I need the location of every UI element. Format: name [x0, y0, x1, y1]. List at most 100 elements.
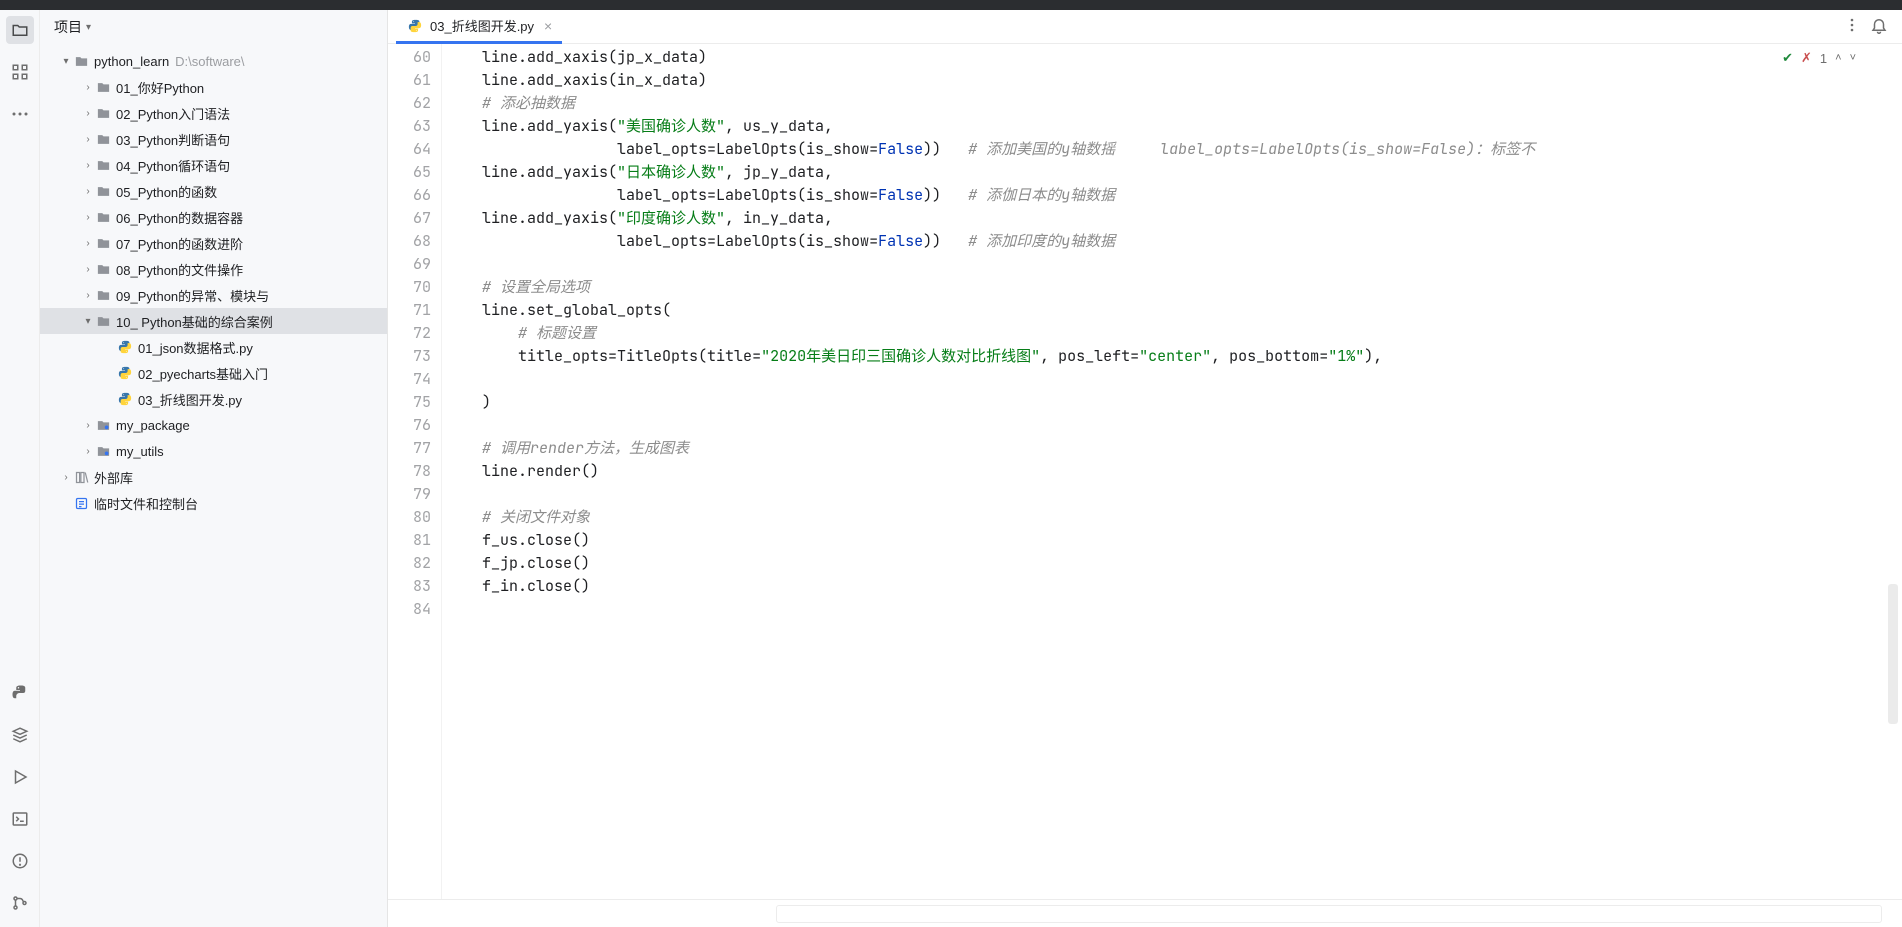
titlebar [0, 0, 1902, 10]
breadcrumb-bar [388, 899, 1902, 927]
tree-arrow-icon[interactable]: › [82, 212, 94, 223]
tree-folder[interactable]: › 01_你好Python [40, 74, 387, 100]
tree-folder[interactable]: › 02_Python入门语法 [40, 100, 387, 126]
code-line[interactable] [446, 368, 1902, 391]
code-line[interactable]: line.add_yaxis("日本确诊人数", jp_y_data, [446, 161, 1902, 184]
tree-node-label: my_utils [116, 444, 164, 459]
tree-node-icon [94, 80, 112, 95]
code-line[interactable] [446, 253, 1902, 276]
code-line[interactable]: line.render() [446, 460, 1902, 483]
project-tool-icon[interactable] [6, 16, 34, 44]
tree-node-label: 01_json数据格式.py [138, 338, 253, 357]
code-line[interactable]: f_jp.close() [446, 552, 1902, 575]
code-line[interactable]: # 设置全局选项 [446, 276, 1902, 299]
tree-arrow-icon[interactable]: ▾ [82, 316, 94, 327]
breadcrumb-input[interactable] [776, 905, 1882, 923]
tree-node-icon [72, 54, 90, 69]
tree-arrow-icon[interactable]: › [60, 472, 72, 483]
project-tree[interactable]: ▾python_learnD:\software\ › 01_你好Python › 02… [40, 44, 387, 927]
tree-arrow-icon[interactable]: › [82, 186, 94, 197]
services-icon[interactable] [6, 763, 34, 791]
tab-options-icon[interactable] [1844, 17, 1860, 36]
code-line[interactable]: ) [446, 391, 1902, 414]
notifications-icon[interactable] [1870, 16, 1888, 37]
structure-tool-icon[interactable] [6, 58, 34, 86]
tree-node-icon [72, 470, 90, 485]
code-line[interactable]: line.add_xaxis(in_x_data) [446, 69, 1902, 92]
tree-folder[interactable]: › 08_Python的文件操作 [40, 256, 387, 282]
tree-folder[interactable]: ▾ 10_ Python基础的综合案例 [40, 308, 387, 334]
code-line[interactable]: label_opts=LabelOpts(is_show=False)) # 添… [446, 184, 1902, 207]
tree-node-label: 02_Python入门语法 [116, 104, 230, 123]
tree-extra[interactable]: › my_utils [40, 438, 387, 464]
tree-arrow-icon[interactable]: › [82, 134, 94, 145]
tree-arrow-icon[interactable]: › [82, 290, 94, 301]
tree-extra[interactable]: 临时文件和控制台 [40, 490, 387, 516]
tree-node-label: 01_你好Python [116, 78, 204, 97]
tree-arrow-icon[interactable]: › [82, 420, 94, 431]
tree-node-label: 02_pyecharts基础入门 [138, 364, 268, 383]
tree-folder[interactable]: ›04_Python循环语句 [40, 152, 387, 178]
code-line[interactable]: # 添必抽数据 [446, 92, 1902, 115]
code-line[interactable]: line.add_yaxis("印度确诊人数", in_y_data, [446, 207, 1902, 230]
code-line[interactable]: line.add_xaxis(jp_x_data) [446, 46, 1902, 69]
tree-node-icon [116, 392, 134, 406]
close-icon[interactable]: × [544, 18, 552, 34]
code-line[interactable]: label_opts=LabelOpts(is_show=False)) # 添… [446, 230, 1902, 253]
tree-root[interactable]: ▾python_learnD:\software\ [40, 48, 387, 74]
code-line[interactable]: # 关闭文件对象 [446, 506, 1902, 529]
tree-arrow-icon[interactable]: › [82, 446, 94, 457]
code-editor[interactable]: 6061626364656667686970717273747576777879… [388, 44, 1902, 899]
code-line[interactable]: # 调用render方法，生成图表 [446, 437, 1902, 460]
vcs-icon[interactable] [6, 889, 34, 917]
more-tool-icon[interactable] [6, 100, 34, 128]
tree-folder[interactable]: ›06_Python的数据容器 [40, 204, 387, 230]
tree-folder[interactable]: ›03_Python判断语句 [40, 126, 387, 152]
project-header[interactable]: 项目 ▾ [40, 10, 387, 44]
code-line[interactable]: line.set_global_opts( [446, 299, 1902, 322]
tree-arrow-icon[interactable]: › [82, 264, 94, 275]
tree-arrow-icon[interactable]: ▾ [60, 56, 72, 67]
tree-node-label: 10_ Python基础的综合案例 [116, 312, 273, 331]
code-line[interactable]: f_us.close() [446, 529, 1902, 552]
code-line[interactable]: line.add_yaxis("美国确诊人数", us_y_data, [446, 115, 1902, 138]
code-line[interactable] [446, 598, 1902, 621]
terminal-icon[interactable] [6, 805, 34, 833]
tree-folder[interactable]: › 09_Python的异常、模块与 [40, 282, 387, 308]
packages-icon[interactable] [6, 721, 34, 749]
tree-file[interactable]: 03_折线图开发.py [40, 386, 387, 412]
tree-node-label: 09_Python的异常、模块与 [116, 286, 269, 305]
tree-node-icon [116, 366, 134, 380]
code-line[interactable]: title_opts=TitleOpts(title="2020年美日印三国确诊… [446, 345, 1902, 368]
code-line[interactable]: f_in.close() [446, 575, 1902, 598]
code-line[interactable] [446, 414, 1902, 437]
problems-icon[interactable] [6, 847, 34, 875]
tree-node-label: 临时文件和控制台 [94, 494, 198, 513]
tree-folder[interactable]: ›05_Python的函数 [40, 178, 387, 204]
tree-node-label: 03_折线图开发.py [138, 390, 242, 409]
code-line[interactable]: # 标题设置 [446, 322, 1902, 345]
tree-extra[interactable]: › my_package [40, 412, 387, 438]
tree-node-label: my_package [116, 418, 190, 433]
left-toolbar [0, 10, 40, 927]
scrollbar-thumb[interactable] [1888, 584, 1898, 724]
tree-arrow-icon[interactable]: › [82, 160, 94, 171]
code-line[interactable]: label_opts=LabelOpts(is_show=False)) # 添… [446, 138, 1902, 161]
tree-arrow-icon[interactable]: › [82, 238, 94, 249]
tree-file[interactable]: 01_json数据格式.py [40, 334, 387, 360]
code-line[interactable] [446, 483, 1902, 506]
code-content[interactable]: line.add_xaxis(jp_x_data) line.add_xaxis… [442, 44, 1902, 899]
python-console-icon[interactable] [6, 679, 34, 707]
tree-folder[interactable]: ›07_Python的函数进阶 [40, 230, 387, 256]
tree-arrow-icon[interactable]: › [82, 108, 94, 119]
tree-arrow-icon[interactable]: › [82, 82, 94, 93]
editor-tab[interactable]: 03_折线图开发.py × [396, 11, 562, 44]
tree-node-icon [94, 184, 112, 199]
tree-file[interactable]: 02_pyecharts基础入门 [40, 360, 387, 386]
tree-extra[interactable]: ›外部库 [40, 464, 387, 490]
python-file-icon [406, 19, 424, 33]
tree-node-label: 08_Python的文件操作 [116, 260, 243, 279]
tree-node-icon [94, 210, 112, 225]
tree-node-path: D:\software\ [175, 54, 244, 69]
tree-node-icon [94, 444, 112, 459]
